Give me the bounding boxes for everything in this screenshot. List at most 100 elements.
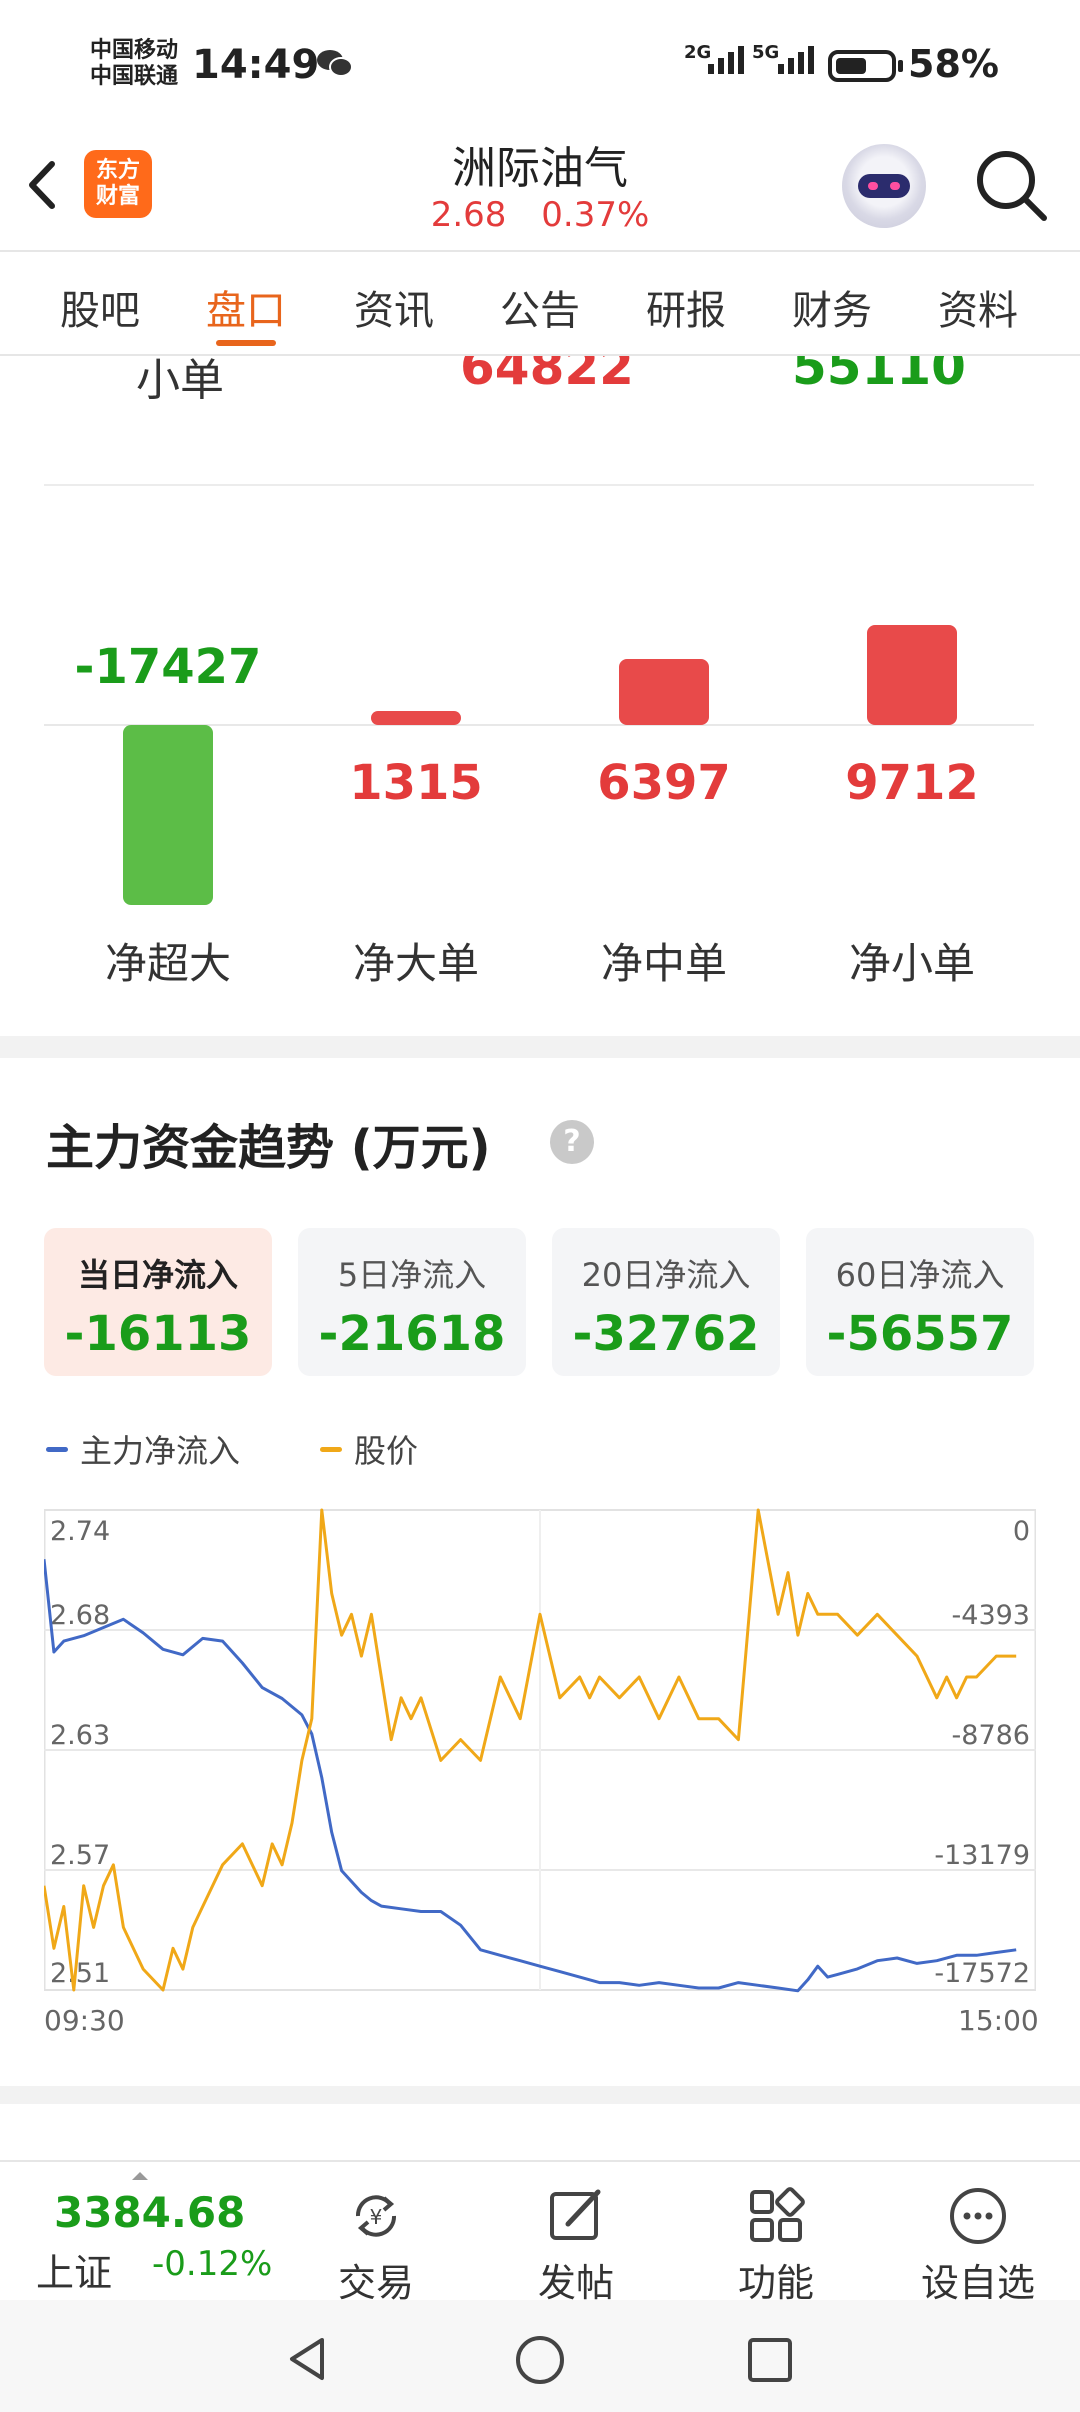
index-name[interactable]: 上证 — [36, 2242, 112, 2297]
net-flow-label: 净大单 — [352, 939, 479, 988]
stock-price: 2.68 — [430, 195, 507, 235]
signal-5g-icon — [778, 46, 814, 74]
net-flow-value: 1315 — [349, 755, 483, 811]
search-icon[interactable] — [974, 148, 1050, 224]
card-value: -56557 — [826, 1306, 1014, 1362]
left-tick-label: 2.68 — [50, 1600, 110, 1631]
legend-flow: 主力净流入 — [46, 1426, 240, 1472]
more-icon — [950, 2188, 1006, 2244]
net-flow-bar — [867, 625, 957, 725]
add-watchlist-label: 设自选 — [920, 2261, 1035, 2305]
net-flow-value: 6397 — [597, 755, 731, 811]
expand-caret-icon[interactable] — [132, 2172, 148, 2180]
function-label: 功能 — [737, 2261, 814, 2305]
net-flow-bar — [123, 725, 213, 905]
legend-price-swatch — [320, 1446, 342, 1452]
tab-news[interactable]: 资讯 — [334, 278, 454, 336]
card-60day-inflow[interactable]: 60日净流入 -56557 — [806, 1228, 1034, 1376]
nav-recents-icon[interactable] — [746, 2336, 794, 2384]
tab-guba[interactable]: 股吧 — [40, 278, 160, 336]
tab-announcement[interactable]: 公告 — [480, 278, 600, 336]
battery-percent: 58% — [908, 42, 999, 86]
nav-back-icon[interactable] — [282, 2334, 332, 2384]
small-order-sell: 55110 — [792, 356, 966, 396]
help-icon[interactable]: ? — [550, 1120, 594, 1164]
net-flow-bar — [371, 711, 461, 725]
clock: 14:49 — [192, 42, 320, 88]
tab-bar: 股吧 盘口 资讯 公告 研报 财务 资料 — [0, 250, 1080, 356]
trade-icon: ¥ — [355, 2195, 397, 2237]
nav-home-icon[interactable] — [514, 2334, 566, 2386]
card-value: -32762 — [572, 1306, 760, 1362]
left-tick-label: 2.51 — [50, 1958, 110, 1989]
card-20day-inflow[interactable]: 20日净流入 -32762 — [552, 1228, 780, 1376]
card-value: -21618 — [318, 1306, 506, 1362]
x-axis-end: 15:00 — [958, 2004, 1039, 2037]
net-flow-label: 净超大 — [104, 939, 231, 988]
battery-cap — [898, 60, 903, 72]
row-divider — [44, 484, 1034, 486]
carrier-1: 中国移动 — [90, 38, 179, 63]
x-axis-start: 09:30 — [44, 2004, 125, 2037]
stock-change-pct: 0.37% — [541, 195, 650, 235]
post-label: 发帖 — [537, 2261, 614, 2305]
legend-price-label: 股价 — [354, 1432, 419, 1470]
battery-icon — [828, 50, 896, 82]
trend-chart: 2.74 0 2.68 -4393 2.63 -8786 2.57 -13179 2.51 -17… — [44, 1508, 1036, 1993]
network-5g-label: 5G — [752, 42, 780, 63]
carrier-2: 中国联通 — [90, 64, 179, 89]
tab-profile[interactable]: 资料 — [918, 278, 1038, 336]
card-today-inflow[interactable]: 当日净流入 -16113 — [44, 1228, 272, 1376]
right-tick-label: -4393 — [952, 1600, 1030, 1631]
post-icon — [550, 2189, 601, 2240]
tab-finance[interactable]: 财务 — [772, 278, 892, 336]
trend-title: 主力资金趋势 (万元) — [46, 1120, 491, 1176]
active-tab-indicator — [216, 340, 276, 346]
tab-pankou[interactable]: 盘口 — [186, 278, 306, 336]
trade-button[interactable]: ¥ 交易 — [296, 2172, 456, 2305]
right-tick-label: -17572 — [934, 1958, 1030, 1989]
net-flow-value: -17427 — [74, 639, 262, 695]
card-5day-inflow[interactable]: 5日净流入 -21618 — [298, 1228, 526, 1376]
card-title: 20日净流入 — [581, 1256, 751, 1294]
card-title: 5日净流入 — [337, 1256, 487, 1294]
post-button[interactable]: 发帖 — [496, 2172, 656, 2305]
card-title: 60日净流入 — [835, 1256, 1005, 1294]
legend-flow-swatch — [46, 1446, 68, 1452]
left-tick-label: 2.63 — [50, 1720, 110, 1751]
tab-research[interactable]: 研报 — [626, 278, 746, 336]
trade-label: 交易 — [337, 2261, 414, 2305]
flow-series-line — [44, 1559, 1017, 1993]
carrier-info: 中国移动 中国联通 — [90, 38, 178, 90]
small-order-label: 小单 — [136, 356, 224, 406]
function-button[interactable]: 功能 — [696, 2172, 856, 2305]
robot-assistant-icon[interactable] — [842, 144, 926, 228]
net-flow-label: 净小单 — [848, 939, 975, 988]
system-nav-bar — [0, 2300, 1080, 2412]
legend-flow-label: 主力净流入 — [80, 1432, 241, 1470]
right-tick-label: -8786 — [952, 1720, 1030, 1751]
left-tick-label: 2.57 — [50, 1840, 110, 1871]
small-order-row: 小单 64822 55110 — [0, 356, 1080, 436]
index-change[interactable]: -0.12% — [152, 2244, 272, 2284]
net-flow-value: 9712 — [845, 755, 979, 811]
right-tick-label: -13179 — [934, 1840, 1030, 1871]
card-title: 当日净流入 — [77, 1256, 238, 1294]
wechat-icon — [317, 50, 353, 77]
legend-price: 股价 — [320, 1426, 418, 1472]
grid-icon — [750, 2187, 805, 2242]
net-flow-label: 净中单 — [600, 939, 727, 988]
left-tick-label: 2.74 — [50, 1516, 110, 1547]
svg-text:¥: ¥ — [370, 2205, 383, 2229]
add-watchlist-button[interactable]: 设自选 — [898, 2172, 1058, 2305]
card-value: -16113 — [64, 1306, 252, 1362]
bottom-toolbar: 3384.68 上证 -0.12% ¥ 交易 发帖 功能 设自选 — [0, 2160, 1080, 2305]
net-flow-bar — [619, 659, 709, 725]
section-gap — [0, 2086, 1080, 2104]
small-order-buy: 64822 — [460, 356, 634, 396]
section-gap — [0, 1036, 1080, 1058]
signal-2g-icon — [708, 46, 744, 74]
right-tick-label: 0 — [1013, 1516, 1030, 1547]
index-value[interactable]: 3384.68 — [54, 2188, 245, 2237]
status-bar: 中国移动 中国联通 14:49 2G 5G 58% — [0, 0, 1080, 130]
